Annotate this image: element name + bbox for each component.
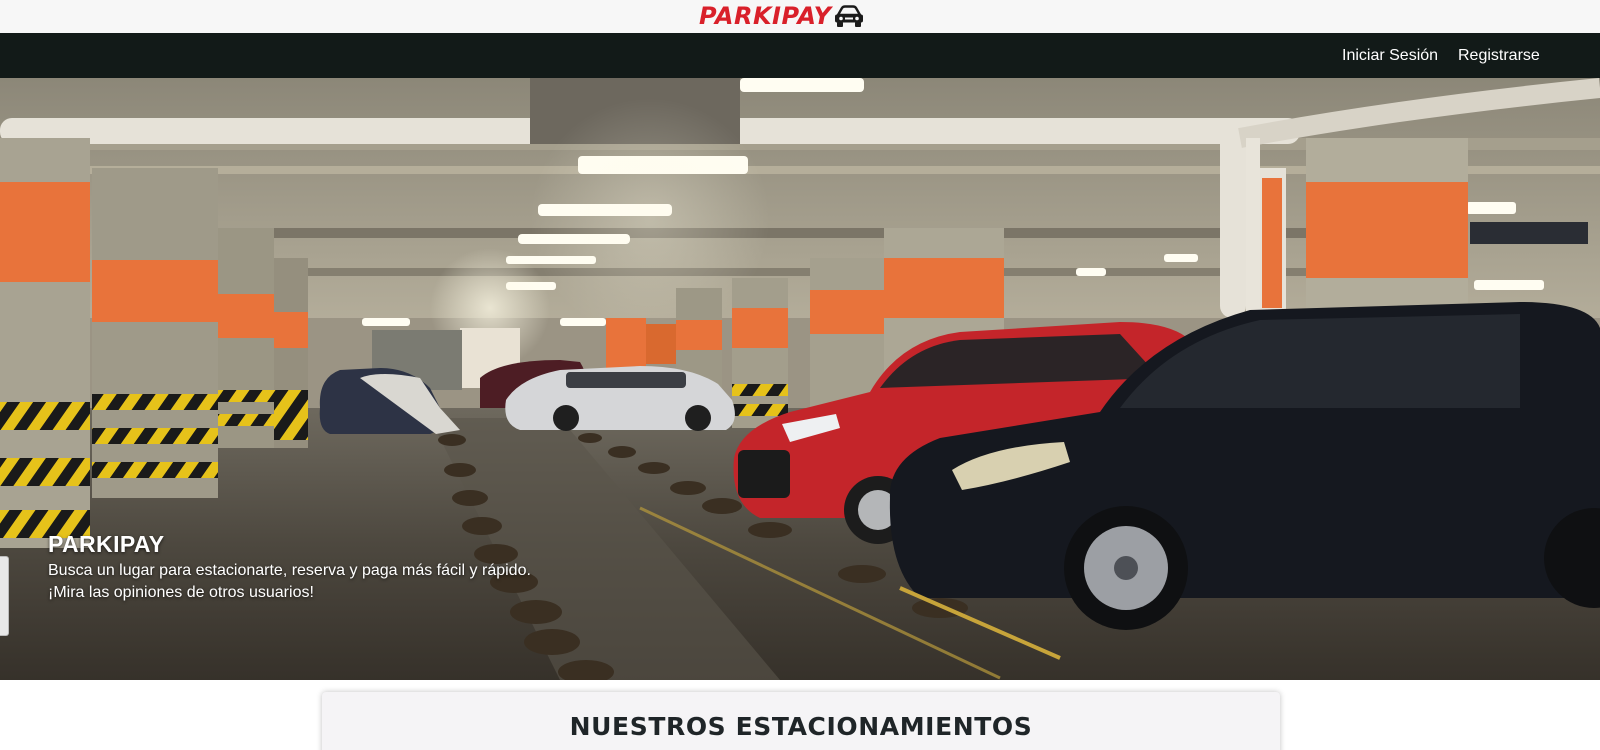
- parkings-section: NUESTROS ESTACIONAMIENTOS: [322, 692, 1280, 750]
- hero-caption: PARKIPAY Busca un lugar para estacionart…: [48, 530, 531, 603]
- navbar: Iniciar Sesión Registrarse: [0, 33, 1600, 78]
- hero-description: Busca un lugar para estacionarte, reserv…: [48, 562, 531, 579]
- hero-tagline: ¡Mira las opiniones de otros usuarios!: [48, 584, 314, 601]
- section-title: NUESTROS ESTACIONAMIENTOS: [569, 712, 1033, 741]
- login-link[interactable]: Iniciar Sesión: [1342, 46, 1438, 66]
- car-icon: [834, 5, 863, 27]
- side-feedback-tab[interactable]: [0, 556, 9, 636]
- brand-logo[interactable]: PARKIPAY: [699, 2, 865, 30]
- brand-bar: PARKIPAY: [0, 0, 1600, 33]
- brand-name: PARKIPAY: [699, 2, 832, 30]
- register-link[interactable]: Registrarse: [1458, 46, 1540, 66]
- hero-title: PARKIPAY: [48, 531, 165, 557]
- hero-banner: PARKIPAY Busca un lugar para estacionart…: [0, 78, 1600, 680]
